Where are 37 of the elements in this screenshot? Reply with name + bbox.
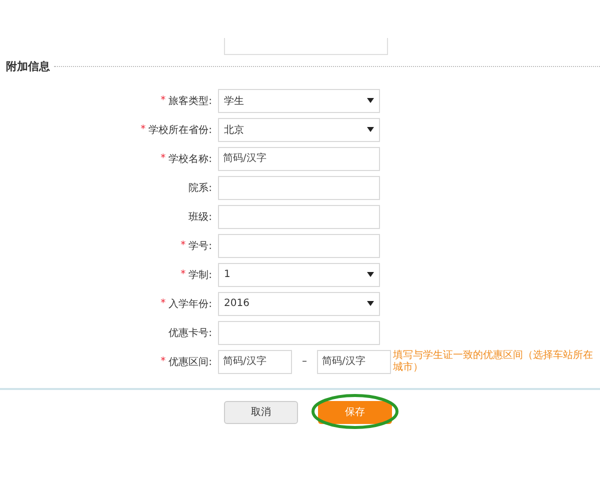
input-field[interactable]: 简码/汉字 — [218, 146, 380, 170]
required-mark: * — [160, 356, 166, 367]
input-field[interactable] — [218, 320, 380, 344]
dropdown[interactable]: 北京 — [218, 118, 380, 142]
input-field[interactable] — [218, 204, 380, 228]
required-mark: * — [180, 269, 186, 280]
field-label: 旅客类型: — [168, 94, 212, 108]
field-label: 班级: — [188, 210, 212, 224]
required-mark: * — [140, 124, 146, 135]
required-mark: * — [160, 153, 166, 164]
hint-text: 填写与学生证一致的优惠区间（选择车站所在城市） — [393, 350, 594, 374]
field-label: 院系: — [188, 182, 212, 194]
input-field[interactable]: 简码/汉字 — [317, 350, 391, 374]
field-label: 优惠卡号: — [168, 326, 212, 340]
dropdown[interactable]: 2016 — [218, 292, 380, 316]
field-label: 入学年份: — [168, 298, 212, 310]
section-title: 附加信息 — [6, 59, 50, 74]
input-field[interactable] — [224, 38, 388, 55]
dropdown[interactable]: 学生 — [218, 88, 380, 112]
field-label: 学校所在省份: — [148, 124, 212, 136]
caret-icon — [367, 98, 374, 103]
input-field[interactable] — [218, 176, 380, 200]
field-label: 学校名称: — [168, 152, 212, 166]
field-label: 优惠区间: — [168, 356, 212, 368]
required-mark: * — [180, 240, 186, 251]
input-field[interactable] — [218, 234, 380, 258]
required-mark: * — [160, 95, 166, 106]
caret-icon — [367, 272, 374, 277]
caret-icon — [367, 127, 374, 132]
cancel-button[interactable]: 取消 — [224, 400, 298, 424]
caret-icon — [367, 301, 374, 306]
field-label: 学号: — [188, 240, 212, 252]
field-label: 学制: — [188, 268, 212, 282]
dropdown[interactable]: 1 — [218, 262, 380, 286]
input-field[interactable]: 简码/汉字 — [218, 350, 292, 374]
range-dash: – — [302, 356, 307, 367]
required-mark: * — [160, 298, 166, 309]
